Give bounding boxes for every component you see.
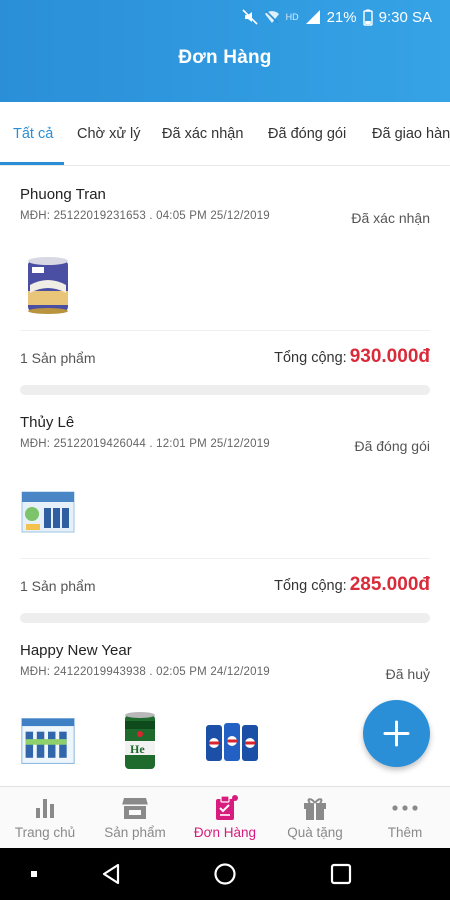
product-image[interactable]: He [112,710,168,772]
beer-can-icon: He [125,712,155,769]
customer-name: Thủy Lê [20,414,75,431]
home-icon[interactable] [210,848,240,900]
store-icon [121,795,149,821]
nav-label: Sản phẩm [104,825,166,840]
divider [20,558,430,559]
nav-label: Thêm [387,825,423,840]
tab-confirmed[interactable]: Đã xác nhận [162,102,243,165]
milk-box-pack-icon [21,718,75,764]
order-status-tabs: Tất cả Chờ xử lý Đã xác nhận Đã đóng gói… [0,102,450,166]
nav-gifts[interactable]: Quà tặng [270,787,360,848]
bar-chart-icon [32,795,58,821]
nav-label: Quà tặng [287,825,343,840]
product-image[interactable] [204,710,260,772]
total-label: Tổng cộng: [274,350,347,366]
dot-indicator [20,848,48,900]
customer-name: Happy New Year [20,642,132,659]
battery-icon [362,9,373,26]
soda-pack-icon [206,723,258,761]
tab-all[interactable]: Tất cả [13,102,53,165]
customer-name: Phuong Tran [20,186,106,203]
signal-icon [305,9,321,25]
order-card[interactable]: Thủy Lê MĐH: 25122019426044 . 12:01 PM 2… [0,394,450,626]
nav-orders[interactable]: Đơn Hàng [180,787,270,848]
order-list[interactable]: Phuong Tran MĐH: 25122019231653 . 04:05 … [0,166,450,786]
wifi-off-icon [264,9,280,25]
svg-text:He: He [130,742,145,756]
gift-icon [302,795,328,821]
add-order-button[interactable] [363,700,430,767]
product-thumbnails [20,250,76,320]
total-amount: 285.000đ [349,574,430,595]
order-card[interactable]: Phuong Tran MĐH: 25122019231653 . 04:05 … [0,166,450,398]
battery-level: 21% [326,8,357,26]
order-total: Tổng cộng: 285.000đ [274,574,430,596]
status-bar: HD 21% 9:30 SA [242,7,432,27]
tab-delivered[interactable]: Đã giao hàn [372,102,450,165]
product-count: 1 Sản phẩm [20,578,96,594]
nav-more[interactable]: Thêm [360,787,450,848]
back-icon[interactable] [96,848,126,900]
order-status: Đã đóng gói [354,438,430,454]
nav-label: Đơn Hàng [193,825,257,840]
product-thumbnails: He [20,706,260,776]
order-status: Đã huỷ [385,666,430,682]
product-image[interactable] [20,254,76,316]
total-label: Tổng cộng: [274,578,347,594]
clock: 9:30 SA [378,8,432,26]
system-navigation-bar [0,848,450,900]
nav-home[interactable]: Trang chủ [0,787,90,848]
plus-icon [383,720,410,747]
order-code: MĐH: 25122019231653 . 04:05 PM 25/12/201… [20,210,270,222]
bottom-navigation: Trang chủ Sản phẩm Đơn Hàng Quà tặng Thê… [0,786,450,848]
nav-products[interactable]: Sản phẩm [90,787,180,848]
tab-packed[interactable]: Đã đóng gói [268,102,346,165]
product-thumbnails [20,478,76,548]
order-status: Đã xác nhận [351,210,430,226]
nav-label: Trang chủ [14,825,76,840]
clipboard-icon [211,795,239,821]
more-icon [391,795,419,821]
order-code: MĐH: 25122019426044 . 12:01 PM 25/12/201… [20,438,270,450]
milk-box-pack-icon [21,491,75,533]
mute-icon [242,9,258,25]
total-amount: 930.000đ [349,346,430,367]
product-count: 1 Sản phẩm [20,350,96,366]
product-image[interactable] [20,482,76,544]
hd-icon: HD [285,12,299,22]
active-tab-indicator [0,162,64,165]
milk-can-icon [28,257,68,314]
app-header: HD 21% 9:30 SA Đơn Hàng [0,0,450,102]
order-code: MĐH: 24122019943938 . 02:05 PM 24/12/201… [20,666,270,678]
recents-icon[interactable] [326,848,356,900]
tab-pending[interactable]: Chờ xử lý [77,102,141,165]
product-image[interactable] [20,710,76,772]
page-title: Đơn Hàng [178,47,272,68]
order-total: Tổng cộng: 930.000đ [274,346,430,368]
divider [20,330,430,331]
